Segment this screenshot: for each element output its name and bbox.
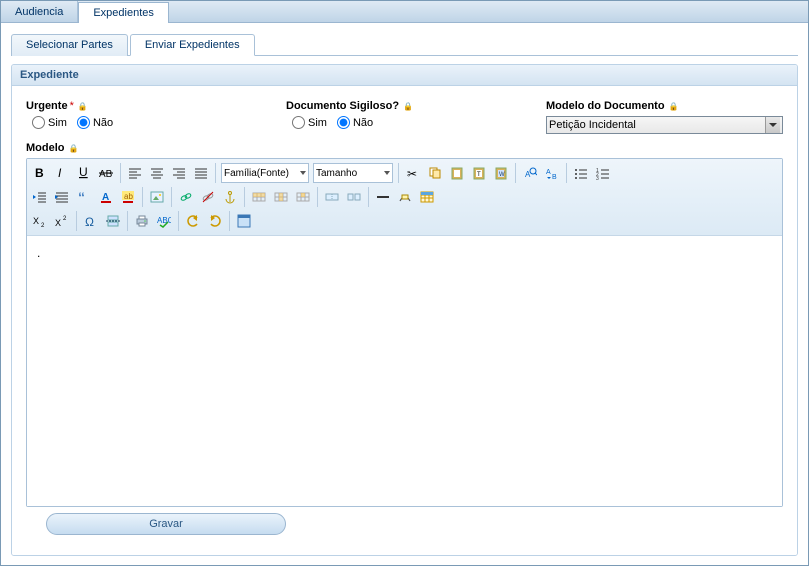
urgente-label: Urgente * 🔒	[26, 100, 246, 112]
modelodoc-select[interactable]: Petição Incidental	[546, 116, 783, 134]
editor-textarea[interactable]: .	[27, 236, 782, 506]
svg-text:2: 2	[41, 223, 45, 228]
table-col-button[interactable]	[270, 186, 292, 208]
svg-text:3: 3	[596, 176, 599, 180]
content-area: Selecionar Partes Enviar Expedientes Exp…	[1, 23, 808, 556]
subtab-enviar-expedientes[interactable]: Enviar Expedientes	[130, 34, 255, 56]
chevron-down-icon	[384, 171, 390, 175]
unlink-button[interactable]	[197, 186, 219, 208]
svg-text:ab: ab	[124, 192, 133, 201]
remove-format-button[interactable]	[394, 186, 416, 208]
svg-text:T: T	[477, 172, 481, 178]
paste-word-button[interactable]: W	[490, 162, 512, 184]
chevron-down-icon	[300, 171, 306, 175]
subtab-selecionar-partes[interactable]: Selecionar Partes	[11, 34, 128, 56]
print-button[interactable]	[131, 210, 153, 232]
top-tab-bar: Audiencia Expedientes	[1, 1, 808, 23]
bold-button[interactable]: B	[29, 162, 51, 184]
font-family-select[interactable]: Família(Fonte)	[221, 163, 309, 183]
indent-button[interactable]	[51, 186, 73, 208]
panel-expediente: Expediente Urgente * 🔒 Sim	[11, 64, 798, 556]
merge-cells-button[interactable]	[321, 186, 343, 208]
underline-button[interactable]: U	[73, 162, 95, 184]
tab-audiencia[interactable]: Audiencia	[1, 1, 78, 22]
lock-icon: 🔒	[669, 102, 679, 111]
redo-button[interactable]	[204, 210, 226, 232]
svg-text:W: W	[499, 172, 505, 178]
replace-button[interactable]: AB	[541, 162, 563, 184]
paste-button[interactable]	[446, 162, 468, 184]
sigiloso-sim-radio[interactable]: Sim	[292, 116, 327, 129]
panel-body: Urgente * 🔒 Sim Não	[12, 86, 797, 555]
outdent-button[interactable]	[29, 186, 51, 208]
superscript-button[interactable]: X2	[51, 210, 73, 232]
lock-icon: 🔒	[69, 144, 79, 153]
bulleted-list-button[interactable]	[570, 162, 592, 184]
svg-text:X: X	[55, 218, 61, 228]
highlight-button[interactable]: ab	[117, 186, 139, 208]
cut-button[interactable]: ✂	[402, 162, 424, 184]
urgente-radio-group: Sim Não	[26, 116, 246, 129]
urgente-nao-radio[interactable]: Não	[77, 116, 113, 129]
spellcheck-button[interactable]: ABC	[153, 210, 175, 232]
svg-text:I: I	[58, 166, 62, 180]
find-button[interactable]: A	[519, 162, 541, 184]
svg-text:U: U	[79, 166, 88, 179]
svg-text:✂: ✂	[407, 167, 417, 180]
anchor-button[interactable]	[219, 186, 241, 208]
hr-button[interactable]	[372, 186, 394, 208]
align-justify-button[interactable]	[190, 162, 212, 184]
italic-button[interactable]: I	[51, 162, 73, 184]
align-center-button[interactable]	[146, 162, 168, 184]
text-color-button[interactable]: A	[95, 186, 117, 208]
split-cells-button[interactable]	[343, 186, 365, 208]
rich-text-editor: B I U ABC Família(Fonte)	[26, 158, 783, 507]
svg-text:ABC: ABC	[99, 169, 113, 180]
undo-button[interactable]	[182, 210, 204, 232]
link-button[interactable]	[175, 186, 197, 208]
svg-text:ABC: ABC	[157, 216, 171, 225]
svg-text:Ω: Ω	[85, 215, 94, 228]
panel-title: Expediente	[12, 65, 797, 86]
font-size-select[interactable]: Tamanho	[313, 163, 393, 183]
modelo-label: Modelo 🔒	[26, 142, 783, 154]
copy-button[interactable]	[424, 162, 446, 184]
sigiloso-radio-group: Sim Não	[286, 116, 506, 129]
align-left-button[interactable]	[124, 162, 146, 184]
blockquote-button[interactable]: “	[73, 186, 95, 208]
sigiloso-nao-radio[interactable]: Não	[337, 116, 373, 129]
lock-icon: 🔒	[403, 102, 413, 111]
subscript-button[interactable]: X2	[29, 210, 51, 232]
fullscreen-button[interactable]	[233, 210, 255, 232]
align-right-button[interactable]	[168, 162, 190, 184]
paste-text-button[interactable]: T	[468, 162, 490, 184]
table-row-button[interactable]	[248, 186, 270, 208]
urgente-sim-radio[interactable]: Sim	[32, 116, 67, 129]
strike-button[interactable]: ABC	[95, 162, 117, 184]
editor-toolbar: B I U ABC Família(Fonte)	[27, 159, 782, 236]
svg-text:B: B	[552, 174, 557, 180]
svg-text:A: A	[546, 169, 551, 176]
svg-text:B: B	[35, 166, 44, 180]
sigiloso-label: Documento Sigiloso? 🔒	[286, 100, 506, 112]
modelodoc-label: Modelo do Documento 🔒	[546, 100, 783, 112]
svg-text:2: 2	[63, 216, 67, 222]
special-char-button[interactable]: Ω	[80, 210, 102, 232]
svg-text:X: X	[33, 216, 39, 226]
save-button[interactable]: Gravar	[46, 513, 286, 535]
table-button[interactable]	[416, 186, 438, 208]
tab-expedientes[interactable]: Expedientes	[78, 2, 169, 23]
svg-text:“: “	[78, 190, 85, 204]
numbered-list-button[interactable]: 123	[592, 162, 614, 184]
sub-tab-bar: Selecionar Partes Enviar Expedientes	[11, 33, 798, 56]
table-cell-button[interactable]	[292, 186, 314, 208]
page-break-button[interactable]	[102, 210, 124, 232]
image-button[interactable]	[146, 186, 168, 208]
chevron-down-icon	[765, 117, 780, 133]
lock-icon: 🔒	[78, 102, 88, 111]
